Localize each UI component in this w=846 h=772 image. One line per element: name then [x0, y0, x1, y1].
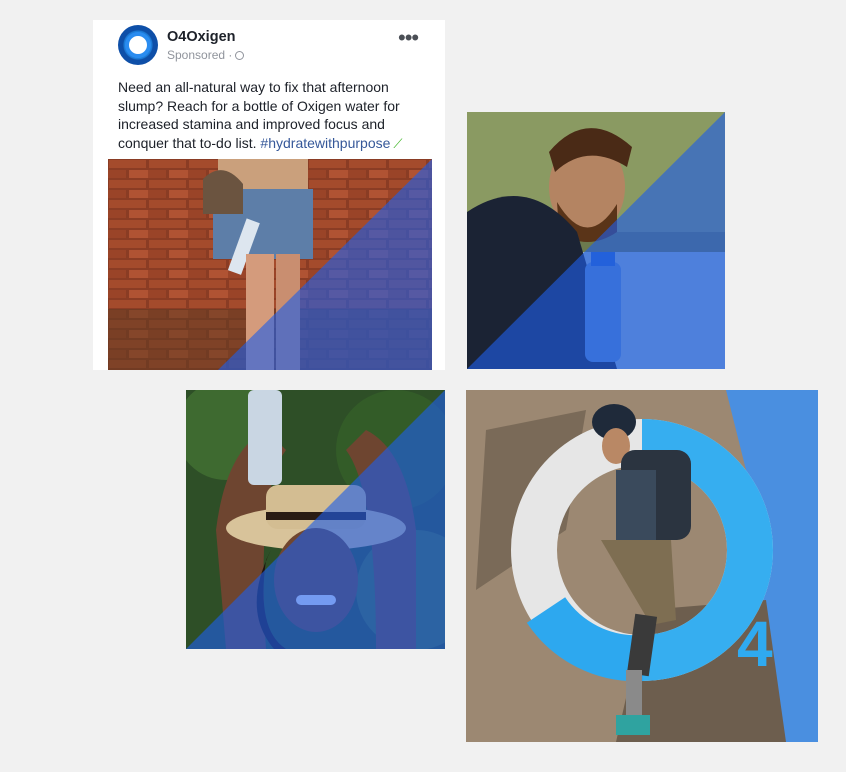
- brand-name[interactable]: O4Oxigen: [167, 29, 236, 45]
- woman-hat-bottle-photo: [186, 390, 445, 649]
- ad-photo[interactable]: [108, 159, 432, 370]
- rock-climber-tile[interactable]: [466, 390, 818, 742]
- hashtag-link[interactable]: #hydratewithpurpose: [260, 135, 390, 151]
- rock-climber-photo: [466, 390, 818, 742]
- ad-body-text: Need an all-natural way to fix that afte…: [118, 78, 428, 153]
- globe-icon: [235, 51, 245, 60]
- woman-brick-wall-photo: [108, 159, 432, 370]
- more-options-icon[interactable]: •••: [398, 27, 419, 49]
- sponsored-label: Sponsored ·: [167, 48, 245, 62]
- man-with-bottle-tile[interactable]: [467, 112, 725, 369]
- woman-hat-tile[interactable]: [186, 390, 445, 649]
- sponsored-ad-card: O4Oxigen Sponsored · ••• Need an all-nat…: [93, 20, 445, 370]
- brand-avatar[interactable]: [118, 25, 158, 65]
- trending-icon: ⟋: [393, 135, 403, 151]
- man-with-bottle-photo: [467, 112, 725, 369]
- number-four-label: 4: [737, 608, 773, 680]
- sponsored-text: Sponsored ·: [167, 48, 233, 62]
